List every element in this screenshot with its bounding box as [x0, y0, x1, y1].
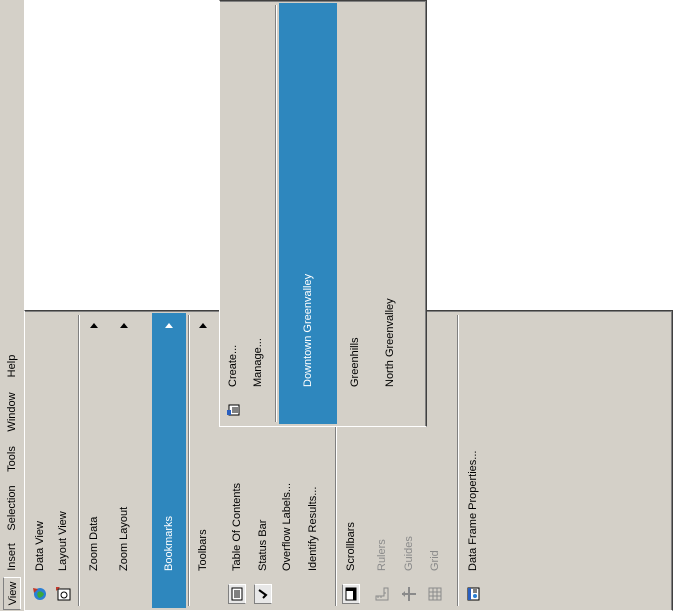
menu-window-label: Window: [6, 392, 18, 432]
menu-separator: [275, 5, 277, 422]
menu-selection-label: Selection: [6, 485, 18, 531]
menu-view[interactable]: View: [3, 577, 21, 610]
menu-item-bookmarks[interactable]: Bookmarks: [152, 313, 186, 608]
submenu-arrow-icon: [199, 323, 207, 328]
menu-insert[interactable]: Insert: [3, 539, 21, 575]
bookmark-greenhills[interactable]: Greenhills: [344, 3, 366, 424]
menu-item-label: Layout View: [57, 511, 69, 571]
menu-item-label: Bookmarks: [163, 515, 175, 571]
bookmark-north-greenvalley[interactable]: North Greenvalley: [379, 3, 401, 424]
menu-item-label: Identify Results...: [307, 486, 319, 571]
menu-item-label: Toolbars: [197, 529, 209, 571]
menu-item-layout-view[interactable]: Layout View: [52, 313, 74, 608]
bookmarks-submenu: Create... Manage... Downtown Greenvalley…: [219, 0, 427, 427]
bookmark-manage[interactable]: Manage...: [247, 3, 269, 424]
menu-insert-label: Insert: [6, 543, 18, 571]
submenu-arrow-icon: [120, 323, 128, 328]
menu-item-label: North Greenvalley: [384, 298, 396, 387]
menu-help-label: Help: [6, 354, 18, 378]
scrollbars-icon: [342, 584, 360, 604]
bookmark-create[interactable]: Create...: [222, 3, 244, 424]
menu-item-data-frame-properties[interactable]: Data Frame Properties...: [462, 313, 484, 608]
check-icon: [254, 584, 272, 604]
menu-item-grid[interactable]: Grid: [424, 313, 446, 608]
menu-item-label: Zoom Data: [88, 516, 100, 571]
page-layout-view-icon: [55, 586, 71, 602]
menu-item-label: Manage...: [252, 338, 264, 387]
menu-separator: [78, 315, 80, 606]
menu-item-label: Downtown Greenvalley: [302, 273, 314, 387]
menu-tools-label: Tools: [6, 446, 18, 472]
menu-window[interactable]: Window: [3, 387, 21, 437]
grid-icon: [427, 586, 443, 602]
submenu-arrow-icon: [90, 323, 98, 328]
menu-item-data-view[interactable]: Data View: [29, 313, 51, 608]
menu-selection[interactable]: Selection: [3, 481, 21, 535]
menu-separator: [457, 315, 459, 606]
table-of-contents-icon: [228, 584, 246, 604]
menu-item-zoom-data[interactable]: Zoom Data: [83, 313, 105, 608]
menu-item-toolbars[interactable]: Toolbars: [192, 313, 214, 608]
menu-item-label: Data View: [34, 521, 46, 571]
menu-item-label: Guides: [403, 536, 415, 571]
menu-item-label: Status Bar: [257, 519, 269, 571]
bookmark-downtown-greenvalley[interactable]: Downtown Greenvalley: [279, 3, 337, 424]
data-frame-icon: [465, 586, 481, 602]
globe-data-view-icon: [32, 586, 48, 602]
rulers-icon: [374, 586, 390, 602]
menu-item-label: Create...: [227, 344, 239, 387]
map-canvas: [24, 0, 219, 311]
menu-view-label: View: [7, 581, 19, 606]
bookmark-create-icon: [225, 402, 241, 418]
menu-item-label: Rulers: [376, 539, 388, 571]
menu-item-label: Data Frame Properties...: [467, 450, 479, 571]
guides-icon: [401, 586, 417, 602]
menu-item-label: Scrollbars: [345, 522, 357, 571]
menu-item-label: Overflow Labels...: [281, 482, 293, 571]
menu-item-label: Greenhills: [349, 337, 361, 387]
menu-help[interactable]: Help: [3, 349, 21, 383]
menu-item-label: Table Of Contents: [231, 482, 243, 571]
menu-tools[interactable]: Tools: [3, 441, 21, 477]
submenu-arrow-icon: [165, 323, 173, 328]
menu-item-label: Grid: [429, 550, 441, 571]
menu-bar: View Insert Selection Tools Window Help: [0, 0, 25, 611]
menu-item-zoom-layout[interactable]: Zoom Layout: [113, 313, 135, 608]
menu-item-label: Zoom Layout: [118, 506, 130, 571]
menu-separator: [188, 315, 190, 606]
rotated-screen: View Insert Selection Tools Window Help …: [0, 0, 673, 611]
